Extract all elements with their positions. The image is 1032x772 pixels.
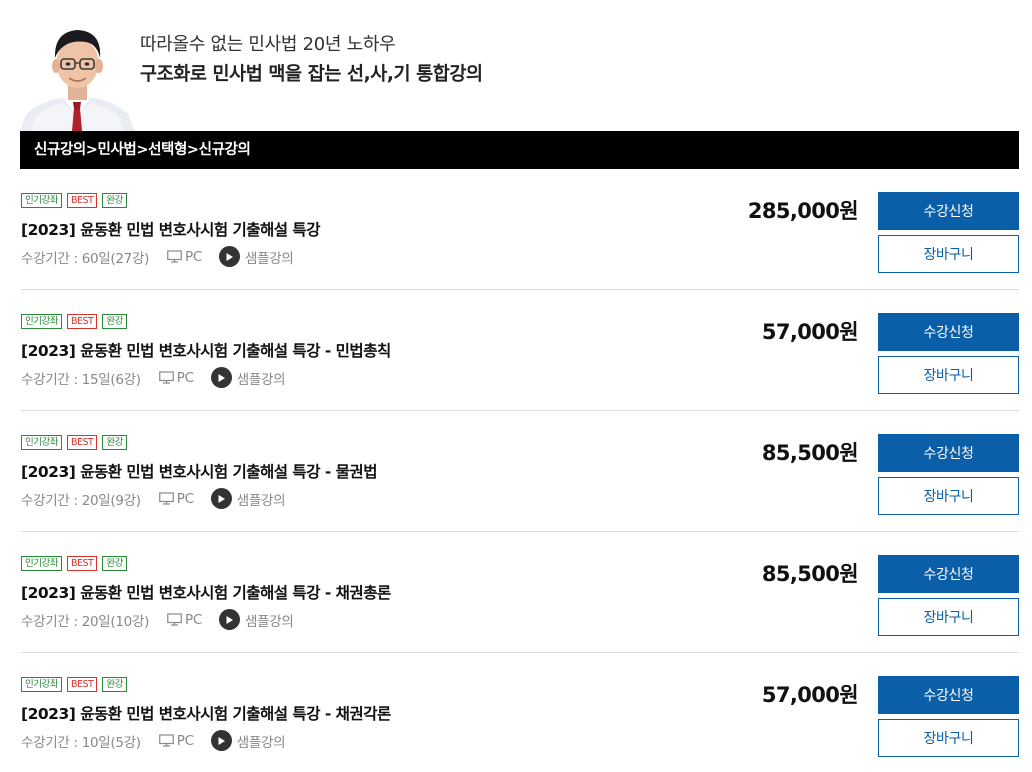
course-period: 수강기간 : 60일(27강): [21, 250, 150, 267]
cart-button[interactable]: 장바구니: [878, 356, 1019, 394]
sample-lecture-link[interactable]: 샘플강의: [210, 367, 286, 388]
course-price: 57,000원: [761, 683, 859, 707]
badge-complete: 완강: [102, 677, 127, 692]
apply-button[interactable]: 수강신청: [878, 192, 1019, 230]
badge-popular: 인기강좌: [21, 435, 62, 450]
badge-best: BEST: [66, 435, 98, 450]
course-badges: 인기강좌 BEST 완강: [21, 193, 127, 208]
apply-button[interactable]: 수강신청: [878, 676, 1019, 714]
course-row: 인기강좌 BEST 완강 [2023] 윤동환 민법 변호사시험 기출해설 특강…: [21, 290, 1019, 411]
badge-best: BEST: [66, 677, 98, 692]
course-row: 인기강좌 BEST 완강 [2023] 윤동환 민법 변호사시험 기출해설 특강…: [21, 169, 1019, 290]
course-meta: 수강기간 : 20일(9강) PC 샘플강의: [21, 488, 286, 509]
instructor-photo: [20, 18, 135, 131]
course-device: PC: [158, 490, 194, 507]
course-device-label: PC: [176, 490, 194, 507]
play-icon: [210, 730, 232, 751]
course-device-label: PC: [176, 369, 194, 386]
sample-lecture-label: 샘플강의: [236, 371, 286, 388]
cart-button[interactable]: 장바구니: [878, 719, 1019, 757]
breadcrumb: 신규강의>민사법>선택형>신규강의: [20, 131, 1019, 169]
apply-button[interactable]: 수강신청: [878, 313, 1019, 351]
cart-button[interactable]: 장바구니: [878, 477, 1019, 515]
instructor-header: 따라올수 없는 민사법 20년 노하우 구조화로 민사법 맥을 잡는 선,사,기…: [0, 0, 1032, 131]
sample-lecture-link[interactable]: 샘플강의: [210, 488, 286, 509]
monitor-icon: [158, 492, 174, 505]
badge-popular: 인기강좌: [21, 314, 62, 329]
course-title[interactable]: [2023] 윤동환 민법 변호사시험 기출해설 특강 - 채권각론: [21, 702, 391, 724]
course-title[interactable]: [2023] 윤동환 민법 변호사시험 기출해설 특강 - 민법총칙: [21, 339, 391, 361]
course-row: 인기강좌 BEST 완강 [2023] 윤동환 민법 변호사시험 기출해설 특강…: [21, 653, 1019, 772]
course-price: 85,500원: [761, 562, 859, 586]
course-meta: 수강기간 : 20일(10강) PC 샘플강의: [21, 609, 294, 630]
course-row: 인기강좌 BEST 완강 [2023] 윤동환 민법 변호사시험 기출해설 특강…: [21, 532, 1019, 653]
course-badges: 인기강좌 BEST 완강: [21, 677, 127, 692]
course-device: PC: [167, 612, 202, 628]
course-row: 인기강좌 BEST 완강 [2023] 윤동환 민법 변호사시험 기출해설 특강…: [21, 411, 1019, 532]
play-icon: [210, 367, 232, 388]
course-badges: 인기강좌 BEST 완강: [21, 435, 127, 450]
play-icon: [210, 488, 232, 509]
badge-complete: 완강: [102, 435, 127, 450]
cart-button[interactable]: 장바구니: [878, 235, 1019, 273]
course-list: 인기강좌 BEST 완강 [2023] 윤동환 민법 변호사시험 기출해설 특강…: [21, 169, 1019, 772]
badge-best: BEST: [66, 314, 98, 329]
course-meta: 수강기간 : 15일(6강) PC 샘플강의: [21, 367, 286, 388]
course-device: PC: [167, 249, 202, 265]
course-device: PC: [158, 732, 194, 749]
course-period: 수강기간 : 15일(6강): [21, 371, 141, 388]
instructor-tagline: 따라올수 없는 민사법 20년 노하우: [140, 34, 396, 55]
badge-complete: 완강: [102, 556, 127, 571]
sample-lecture-link[interactable]: 샘플강의: [219, 246, 294, 267]
course-device-label: PC: [176, 732, 194, 749]
course-device-label: PC: [185, 611, 203, 628]
course-title[interactable]: [2023] 윤동환 민법 변호사시험 기출해설 특강: [21, 218, 320, 240]
course-title[interactable]: [2023] 윤동환 민법 변호사시험 기출해설 특강 - 물권법: [21, 460, 377, 482]
badge-best: BEST: [66, 193, 98, 208]
badge-best: BEST: [66, 556, 98, 571]
course-period: 수강기간 : 10일(5강): [21, 734, 141, 751]
cart-button[interactable]: 장바구니: [878, 598, 1019, 636]
sample-lecture-label: 샘플강의: [236, 492, 286, 509]
sample-lecture-label: 샘플강의: [245, 613, 294, 630]
course-title[interactable]: [2023] 윤동환 민법 변호사시험 기출해설 특강 - 채권총론: [21, 581, 391, 603]
badge-complete: 완강: [102, 314, 127, 329]
badge-popular: 인기강좌: [21, 193, 62, 208]
monitor-icon: [158, 371, 174, 384]
course-period: 수강기간 : 20일(9강): [21, 492, 141, 509]
instructor-headline: 구조화로 민사법 맥을 잡는 선,사,기 통합강의: [140, 64, 483, 85]
apply-button[interactable]: 수강신청: [878, 434, 1019, 472]
course-badges: 인기강좌 BEST 완강: [21, 556, 127, 571]
sample-lecture-label: 샘플강의: [245, 250, 294, 267]
sample-lecture-link[interactable]: 샘플강의: [210, 730, 286, 751]
badge-popular: 인기강좌: [21, 556, 62, 571]
monitor-icon: [167, 250, 182, 263]
apply-button[interactable]: 수강신청: [878, 555, 1019, 593]
course-device-label: PC: [185, 248, 203, 265]
course-meta: 수강기간 : 60일(27강) PC 샘플강의: [21, 246, 294, 267]
play-icon: [219, 246, 241, 267]
course-badges: 인기강좌 BEST 완강: [21, 314, 127, 329]
course-period: 수강기간 : 20일(10강): [21, 613, 150, 630]
play-icon: [219, 609, 241, 630]
sample-lecture-link[interactable]: 샘플강의: [219, 609, 294, 630]
course-price: 85,500원: [761, 441, 859, 465]
badge-complete: 완강: [102, 193, 127, 208]
course-price: 285,000원: [747, 199, 859, 223]
monitor-icon: [158, 734, 174, 747]
monitor-icon: [167, 613, 182, 626]
badge-popular: 인기강좌: [21, 677, 62, 692]
course-device: PC: [158, 369, 194, 386]
course-price: 57,000원: [761, 320, 859, 344]
course-meta: 수강기간 : 10일(5강) PC 샘플강의: [21, 730, 286, 751]
sample-lecture-label: 샘플강의: [236, 734, 286, 751]
